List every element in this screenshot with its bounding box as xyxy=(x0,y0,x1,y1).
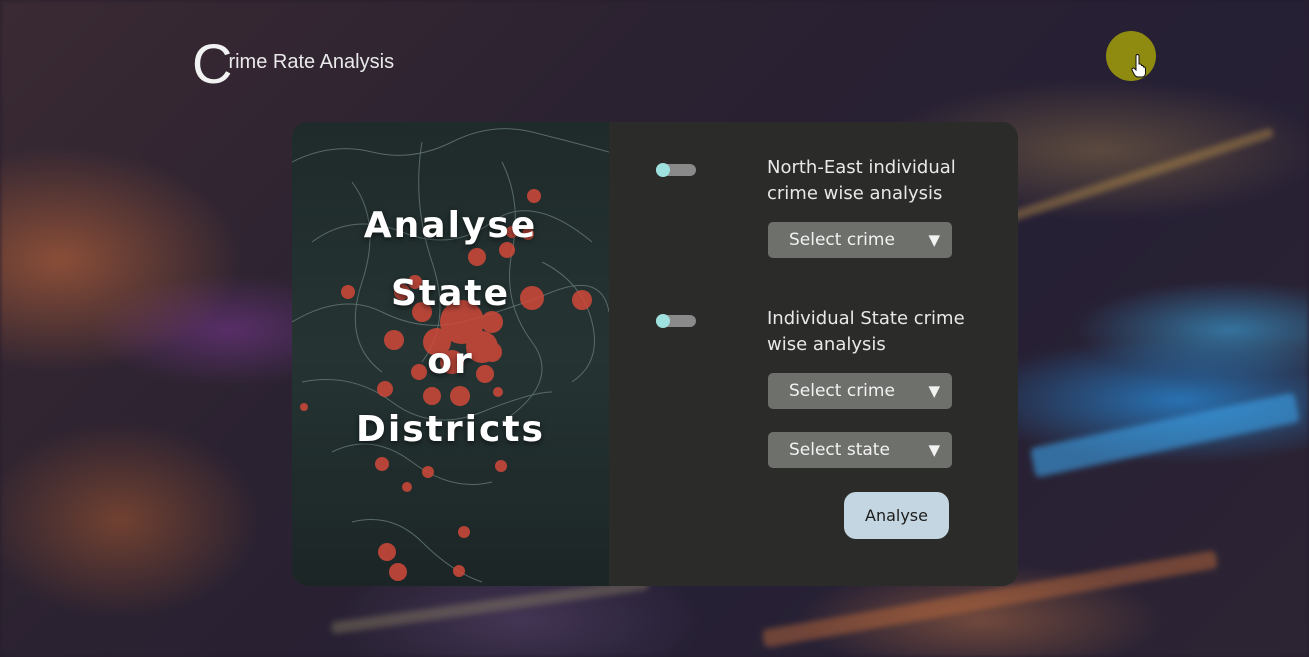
hero-line: or xyxy=(427,341,474,382)
logo-initial: C xyxy=(192,32,233,95)
state-toggle[interactable] xyxy=(656,314,696,328)
state-crime-select[interactable]: Select crime ▼ xyxy=(768,373,952,409)
mouse-cursor-icon xyxy=(1131,54,1146,78)
map-image: Analyse State or Districts xyxy=(292,122,609,586)
select-value: Select crime xyxy=(789,381,895,401)
toggle-knob xyxy=(656,163,670,177)
dropdown-arrow-icon: ▼ xyxy=(928,382,940,400)
analysis-card: Analyse State or Districts North-East in… xyxy=(292,122,1018,586)
state-option-label: Individual State crime wise analysis xyxy=(767,308,965,355)
analyse-button[interactable]: Analyse xyxy=(844,492,949,539)
toggle-knob xyxy=(656,314,670,328)
app-title: rime Rate Analysis xyxy=(228,51,395,73)
select-value: Select state xyxy=(789,440,890,460)
north-east-crime-select[interactable]: Select crime ▼ xyxy=(768,222,952,258)
dropdown-arrow-icon: ▼ xyxy=(928,231,940,249)
dropdown-arrow-icon: ▼ xyxy=(928,441,940,459)
hero-line: State xyxy=(390,273,511,314)
hero-text: Analyse State or Districts xyxy=(292,192,609,464)
options-panel: North-East individual crime wise analysi… xyxy=(609,122,1018,586)
hero-line: Analyse xyxy=(363,205,538,246)
app-logo[interactable]: C rime Rate Analysis xyxy=(192,32,395,95)
select-value: Select crime xyxy=(789,230,895,250)
north-east-toggle[interactable] xyxy=(656,163,696,177)
state-select[interactable]: Select state ▼ xyxy=(768,432,952,468)
hero-line: Districts xyxy=(356,409,545,450)
north-east-option-label: North-East individual crime wise analysi… xyxy=(767,157,956,204)
